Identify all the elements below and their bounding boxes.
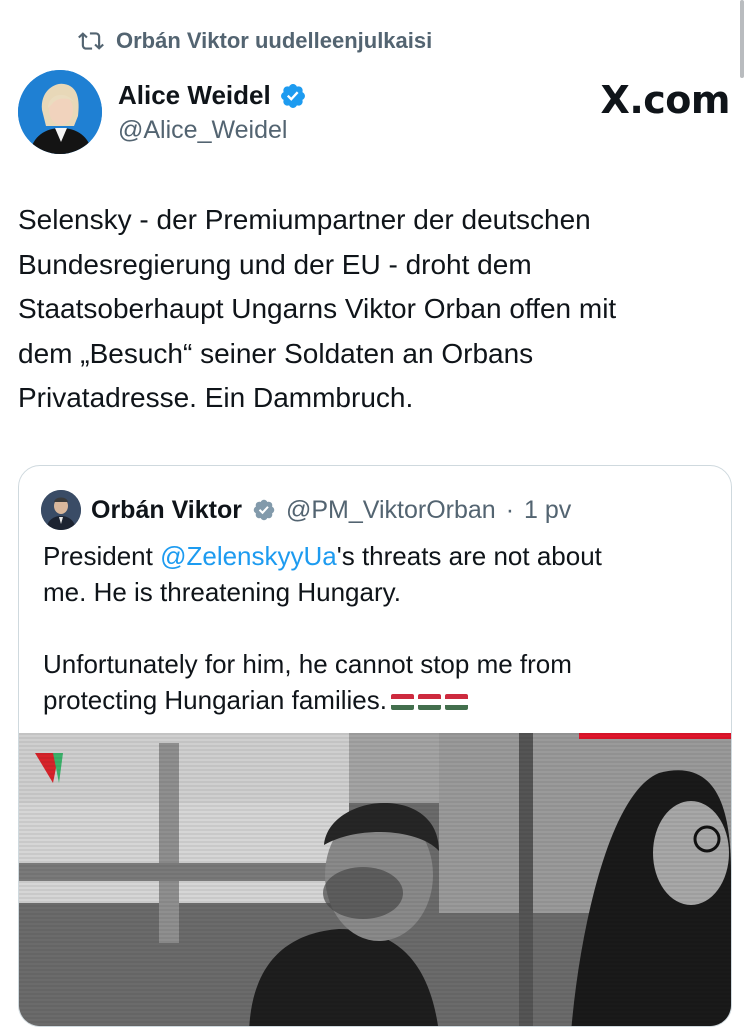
quoted-tweet-text: President @ZelenskyyUa's threats are not… — [43, 538, 715, 718]
quoted-author-handle[interactable]: @PM_ViktorOrban — [286, 496, 496, 525]
avatar-photo — [41, 490, 81, 530]
author-handle[interactable]: @Alice_Weidel — [118, 116, 287, 145]
mention-link[interactable]: @ZelenskyyUa — [160, 541, 337, 571]
quoted-tweet-time[interactable]: 1 pv — [524, 496, 571, 525]
verified-gray-badge-icon — [253, 499, 275, 521]
tweet-author: Alice Weidel @Alice_Weidel X.com — [18, 70, 731, 154]
site-logo: X.com — [600, 78, 731, 122]
avatar-photo — [18, 70, 102, 154]
scrollbar[interactable] — [740, 0, 744, 78]
tweet-text: Selensky - der Premiumpartner der deutsc… — [18, 204, 617, 413]
hungary-flag-icon — [417, 694, 441, 710]
repost-icon — [78, 32, 104, 50]
author-name-row[interactable]: Alice Weidel — [118, 80, 307, 111]
quoted-author-avatar[interactable] — [41, 490, 81, 530]
verified-badge-icon — [280, 83, 305, 108]
quoted-tweet[interactable]: Orbán Viktor @PM_ViktorOrban · 1 pv Pres… — [18, 465, 732, 1027]
hungary-flag-icon — [390, 694, 414, 710]
quoted-text-part: President — [43, 541, 161, 571]
author-avatar[interactable] — [18, 70, 102, 154]
repost-text: Orbán Viktor uudelleenjulkaisi — [116, 28, 433, 53]
quoted-tweet-header: Orbán Viktor @PM_ViktorOrban · 1 pv — [41, 490, 571, 530]
author-name: Alice Weidel — [118, 80, 271, 110]
repost-indicator[interactable]: Orbán Viktor uudelleenjulkaisi — [78, 26, 432, 56]
quoted-author-name[interactable]: Orbán Viktor — [91, 496, 242, 525]
separator-dot: · — [505, 495, 515, 524]
video-frame-image — [19, 733, 731, 1026]
video-thumbnail[interactable] — [19, 733, 731, 1026]
hungary-flag-icon — [444, 694, 468, 710]
